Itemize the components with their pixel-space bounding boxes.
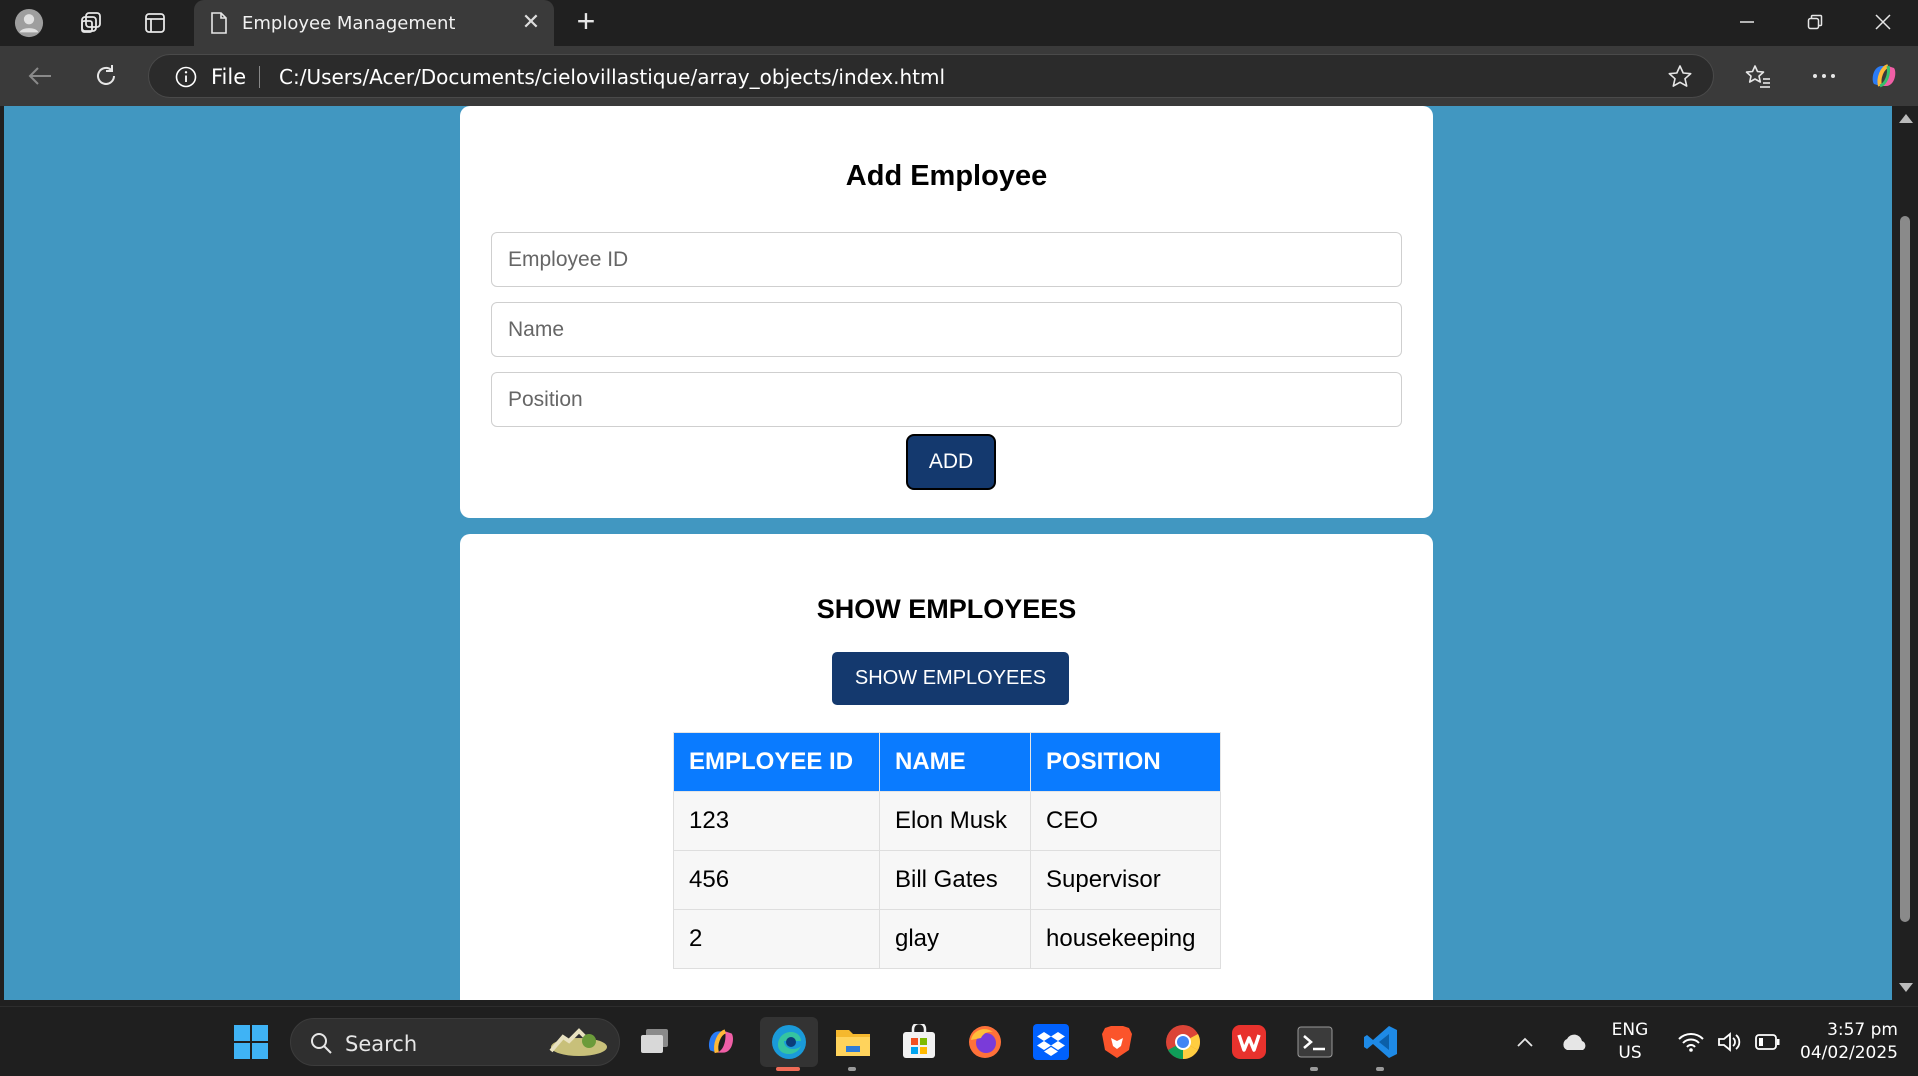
wps-office-icon[interactable] bbox=[1228, 1021, 1270, 1063]
running-app-indicator bbox=[1310, 1067, 1318, 1071]
windows-taskbar: Search ENG US 3:57 pm 04/02/2025 bbox=[0, 1006, 1918, 1076]
copilot-icon[interactable] bbox=[1866, 58, 1902, 94]
add-employee-card: Add Employee ADD bbox=[460, 106, 1433, 518]
cell-name: Bill Gates bbox=[879, 850, 1031, 910]
scroll-up-icon[interactable] bbox=[1899, 114, 1913, 123]
brave-icon[interactable] bbox=[1096, 1021, 1138, 1063]
browser-title-bar: Employee Management ✕ + bbox=[0, 0, 1918, 46]
cell-employee-id: 123 bbox=[673, 791, 880, 851]
clock-time: 3:57 pm bbox=[1827, 1020, 1898, 1040]
minimize-icon[interactable] bbox=[1712, 0, 1782, 44]
address-url[interactable]: C:/Users/Acer/Documents/cielovillastique… bbox=[279, 65, 945, 89]
table-row: 2 glay housekeeping bbox=[673, 909, 1221, 969]
new-tab-icon[interactable]: + bbox=[570, 5, 602, 38]
search-icon bbox=[311, 1033, 332, 1054]
cell-name: glay bbox=[879, 909, 1031, 969]
show-employees-button[interactable]: SHOW EMPLOYEES bbox=[832, 652, 1069, 705]
address-scheme: File bbox=[211, 65, 247, 89]
file-explorer-icon[interactable] bbox=[832, 1021, 874, 1063]
header-employee-id: EMPLOYEE ID bbox=[673, 732, 880, 792]
terminal-icon[interactable] bbox=[1294, 1021, 1336, 1063]
taskbar-search[interactable]: Search bbox=[290, 1018, 620, 1066]
copilot-taskbar-icon[interactable] bbox=[700, 1021, 742, 1063]
clock[interactable]: 3:57 pm 04/02/2025 bbox=[1786, 1019, 1898, 1065]
volume-icon bbox=[1718, 1032, 1741, 1052]
address-separator bbox=[259, 66, 260, 88]
clock-date: 04/02/2025 bbox=[1800, 1043, 1898, 1063]
task-view-icon[interactable] bbox=[634, 1021, 676, 1063]
position-input[interactable] bbox=[491, 372, 1402, 427]
address-bar[interactable]: File C:/Users/Acer/Documents/cielovillas… bbox=[148, 54, 1714, 98]
show-hidden-icons-chevron-icon[interactable] bbox=[1504, 1021, 1546, 1063]
refresh-icon[interactable] bbox=[88, 58, 124, 94]
microsoft-store-icon[interactable] bbox=[898, 1021, 940, 1063]
favorites-icon[interactable] bbox=[1740, 58, 1776, 94]
show-employees-title: SHOW EMPLOYEES bbox=[816, 594, 1077, 624]
search-highlight-icon bbox=[549, 1028, 607, 1056]
search-label: Search bbox=[345, 1032, 418, 1056]
scrollbar-thumb[interactable] bbox=[1900, 216, 1910, 922]
add-employee-title: Add Employee bbox=[845, 160, 1048, 192]
header-name: NAME bbox=[879, 732, 1031, 792]
browser-toolbar: File C:/Users/Acer/Documents/cielovillas… bbox=[0, 46, 1918, 106]
cell-employee-id: 2 bbox=[673, 909, 880, 969]
favorite-star-icon[interactable] bbox=[1667, 64, 1693, 90]
cell-position: housekeeping bbox=[1030, 909, 1221, 969]
more-options-icon[interactable] bbox=[1806, 58, 1842, 94]
cell-employee-id: 456 bbox=[673, 850, 880, 910]
vscode-icon[interactable] bbox=[1360, 1021, 1402, 1063]
running-app-indicator bbox=[848, 1067, 856, 1071]
employees-table: EMPLOYEE ID NAME POSITION 123 Elon Musk … bbox=[673, 732, 1221, 969]
table-row: 123 Elon Musk CEO bbox=[673, 791, 1221, 851]
employee-id-input[interactable] bbox=[491, 232, 1402, 287]
site-info-icon[interactable] bbox=[175, 66, 197, 88]
cell-name: Elon Musk bbox=[879, 791, 1031, 851]
vertical-tabs-icon[interactable] bbox=[140, 8, 170, 38]
start-windows-icon[interactable] bbox=[230, 1021, 272, 1063]
cell-position: Supervisor bbox=[1030, 850, 1221, 910]
table-row: 456 Bill Gates Supervisor bbox=[673, 850, 1221, 910]
profile-avatar-icon[interactable] bbox=[14, 8, 44, 38]
add-button[interactable]: ADD bbox=[906, 434, 996, 490]
language-code: ENG bbox=[1611, 1020, 1649, 1040]
tab-title: Employee Management bbox=[242, 12, 456, 34]
active-app-indicator bbox=[776, 1067, 800, 1071]
tab-close-icon[interactable]: ✕ bbox=[520, 11, 542, 34]
running-app-indicator bbox=[1376, 1067, 1384, 1071]
battery-icon bbox=[1755, 1034, 1780, 1050]
chrome-icon[interactable] bbox=[1162, 1021, 1204, 1063]
language-indicator[interactable]: ENG US bbox=[1600, 1019, 1660, 1065]
edge-taskbar-icon[interactable] bbox=[760, 1017, 818, 1067]
workspaces-icon[interactable] bbox=[76, 8, 106, 38]
scroll-down-icon[interactable] bbox=[1899, 983, 1913, 992]
onedrive-cloud-icon[interactable] bbox=[1554, 1021, 1596, 1063]
language-region: US bbox=[1618, 1043, 1642, 1063]
firefox-icon[interactable] bbox=[964, 1021, 1006, 1063]
tab-employee-management[interactable]: Employee Management ✕ bbox=[194, 0, 554, 46]
restore-icon[interactable] bbox=[1780, 0, 1850, 44]
back-arrow-icon[interactable] bbox=[22, 58, 58, 94]
show-employees-card: SHOW EMPLOYEES SHOW EMPLOYEES EMPLOYEE I… bbox=[460, 534, 1433, 1000]
cell-position: CEO bbox=[1030, 791, 1221, 851]
document-icon bbox=[211, 12, 227, 34]
wifi-icon bbox=[1678, 1033, 1704, 1052]
name-input[interactable] bbox=[491, 302, 1402, 357]
page-viewport: Add Employee ADD SHOW EMPLOYEES SHOW EMP… bbox=[4, 106, 1892, 1000]
page-scrollbar[interactable] bbox=[1892, 106, 1918, 1000]
table-header-row: EMPLOYEE ID NAME POSITION bbox=[673, 732, 1221, 792]
dropbox-icon[interactable] bbox=[1030, 1021, 1072, 1063]
close-window-icon[interactable] bbox=[1848, 0, 1918, 44]
quick-settings[interactable] bbox=[1666, 1021, 1792, 1063]
header-position: POSITION bbox=[1030, 732, 1221, 792]
